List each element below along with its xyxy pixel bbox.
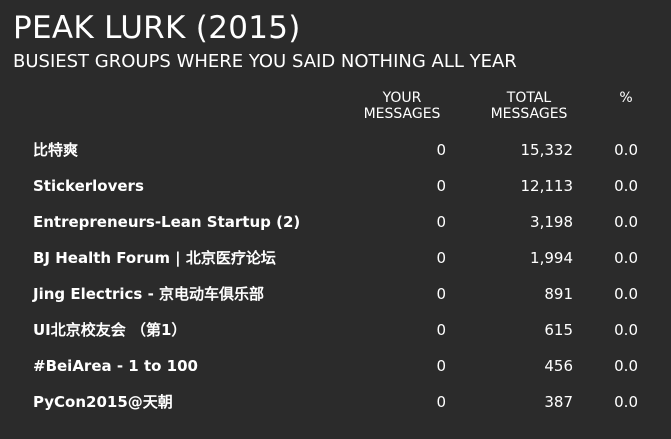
your-messages-count: 0: [436, 321, 446, 339]
column-header-total-messages-line1: TOTAL: [506, 90, 552, 106]
group-name: Jing Electrics - 京电动车俱乐部: [33, 285, 265, 303]
table-row: 比特爽 0 15,332 0.0: [0, 132, 671, 168]
percent-value: 0.0: [614, 249, 638, 267]
your-messages-count: 0: [436, 285, 446, 303]
page-subtitle: BUSIEST GROUPS WHERE YOU SAID NOTHING AL…: [13, 51, 517, 72]
percent-value: 0.0: [614, 357, 638, 375]
table-row: BJ Health Forum | 北京医疗论坛 0 1,994 0.0: [0, 240, 671, 276]
your-messages-count: 0: [436, 249, 446, 267]
group-name: PyCon2015@天朝: [33, 393, 173, 411]
column-header-your-messages: YOUR MESSAGES: [352, 90, 452, 122]
column-header-total-messages: TOTAL MESSAGES: [478, 90, 580, 122]
groups-table: 比特爽 0 15,332 0.0 Stickerlovers 0 12,113 …: [0, 132, 671, 420]
total-messages-count: 15,332: [520, 141, 574, 159]
table-row: Stickerlovers 0 12,113 0.0: [0, 168, 671, 204]
percent-value: 0.0: [614, 285, 638, 303]
table-row: Entrepreneurs-Lean Startup (2) 0 3,198 0…: [0, 204, 671, 240]
column-header-your-messages-line1: YOUR: [382, 90, 422, 106]
percent-value: 0.0: [614, 177, 638, 195]
column-header-your-messages-line2: MESSAGES: [363, 106, 441, 122]
group-name: UI北京校友会 （第1）: [33, 321, 187, 339]
column-header-percent: %: [619, 90, 633, 106]
total-messages-count: 3,198: [530, 213, 573, 231]
table-row: Jing Electrics - 京电动车俱乐部 0 891 0.0: [0, 276, 671, 312]
total-messages-count: 456: [544, 357, 573, 375]
group-name: 比特爽: [33, 141, 79, 159]
table-row: #BeiArea - 1 to 100 0 456 0.0: [0, 348, 671, 384]
total-messages-count: 387: [544, 393, 573, 411]
total-messages-count: 891: [544, 285, 573, 303]
percent-value: 0.0: [614, 393, 638, 411]
percent-value: 0.0: [614, 321, 638, 339]
total-messages-count: 615: [544, 321, 573, 339]
group-name: BJ Health Forum | 北京医疗论坛: [33, 249, 276, 267]
group-name: Entrepreneurs-Lean Startup (2): [33, 213, 301, 231]
your-messages-count: 0: [436, 177, 446, 195]
your-messages-count: 0: [436, 357, 446, 375]
your-messages-count: 0: [436, 213, 446, 231]
total-messages-count: 1,994: [530, 249, 573, 267]
column-header-total-messages-line2: MESSAGES: [490, 106, 568, 122]
group-name: Stickerlovers: [33, 177, 144, 195]
percent-value: 0.0: [614, 213, 638, 231]
your-messages-count: 0: [436, 393, 446, 411]
page-title: PEAK LURK (2015): [13, 10, 301, 46]
total-messages-count: 12,113: [520, 177, 574, 195]
your-messages-count: 0: [436, 141, 446, 159]
group-name: #BeiArea - 1 to 100: [33, 357, 198, 375]
percent-value: 0.0: [614, 141, 638, 159]
table-row: PyCon2015@天朝 0 387 0.0: [0, 384, 671, 420]
table-row: UI北京校友会 （第1） 0 615 0.0: [0, 312, 671, 348]
